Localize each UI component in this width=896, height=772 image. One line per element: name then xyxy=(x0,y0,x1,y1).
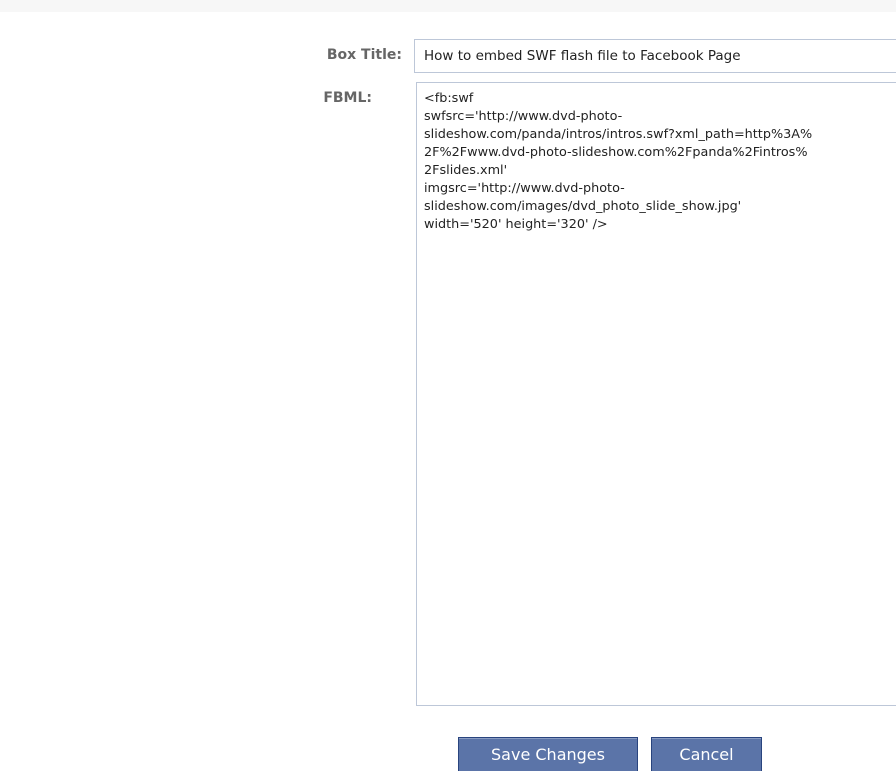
cancel-button[interactable]: Cancel xyxy=(651,737,762,771)
save-changes-button[interactable]: Save Changes xyxy=(458,737,638,771)
top-strip xyxy=(0,0,896,12)
edit-box-form: Box Title: How to embed SWF flash file t… xyxy=(0,0,896,771)
fbml-label: FBML: xyxy=(323,90,372,106)
box-title-label: Box Title: xyxy=(326,47,402,63)
fbml-textarea[interactable]: <fb:swf swfsrc='http://www.dvd-photo- sl… xyxy=(416,82,896,706)
box-title-input[interactable]: How to embed SWF flash file to Facebook … xyxy=(414,39,896,73)
